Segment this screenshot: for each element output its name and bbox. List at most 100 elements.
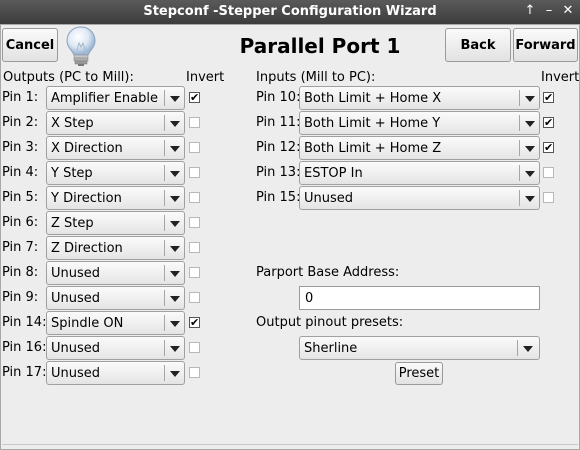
chevron-down-icon [525, 146, 535, 152]
outputs-pin-select-value: Unused [51, 266, 101, 281]
outputs-pin-select[interactable]: Y Direction [46, 186, 185, 210]
chevron-down-icon [170, 146, 180, 152]
inputs-pin-select[interactable]: Both Limit + Home Y [299, 111, 540, 135]
presets-select[interactable]: Sherline [299, 336, 540, 360]
outputs-pin-select[interactable]: Unused [46, 336, 185, 360]
outputs-pin-select[interactable]: Amplifier Enable [46, 86, 185, 110]
inputs-invert-checkbox[interactable]: ✔ [543, 92, 554, 103]
outputs-pin-select-value: Amplifier Enable [51, 91, 158, 106]
chevron-down-icon [170, 271, 180, 277]
outputs-invert-checkbox[interactable] [189, 142, 200, 153]
outputs-invert-checkbox[interactable] [189, 242, 200, 253]
parport-base-label: Parport Base Address: [256, 265, 400, 280]
outputs-invert-header: Invert [186, 70, 225, 85]
inputs-pin-select-value: Both Limit + Home X [304, 91, 442, 106]
outputs-pin-select-value: Y Step [51, 166, 93, 181]
inputs-pin-select-value: ESTOP In [304, 166, 363, 181]
outputs-pin-label: Pin 16: [2, 340, 47, 355]
outputs-pin-select-value: Spindle ON [51, 316, 124, 331]
chevron-down-icon [170, 96, 180, 102]
inputs-pin-label: Pin 11: [256, 115, 301, 130]
shade-up-icon[interactable]: ↑ [522, 3, 538, 19]
chevron-down-icon [170, 221, 180, 227]
outputs-pin-select[interactable]: X Direction [46, 136, 185, 160]
page-title: Parallel Port 1 [239, 34, 401, 58]
chevron-down-icon [170, 321, 180, 327]
outputs-invert-checkbox[interactable]: ✔ [189, 92, 200, 103]
outputs-pin-select-value: Y Direction [51, 191, 122, 206]
chevron-down-icon [525, 121, 535, 127]
chevron-down-icon [525, 196, 535, 202]
window-title: Stepconf -Stepper Configuration Wizard [143, 4, 437, 19]
outputs-invert-checkbox[interactable] [189, 192, 200, 203]
chevron-down-icon [170, 121, 180, 127]
outputs-invert-checkbox[interactable] [189, 367, 200, 378]
inputs-pin-label: Pin 12: [256, 140, 301, 155]
lightbulb-icon [64, 25, 98, 67]
inputs-pin-label: Pin 13: [256, 165, 301, 180]
inputs-pin-select[interactable]: Both Limit + Home Z [299, 136, 540, 160]
chevron-down-icon [170, 371, 180, 377]
outputs-pin-select-value: X Step [51, 116, 94, 131]
inputs-invert-header: Invert [541, 70, 580, 85]
inputs-pin-select-value: Both Limit + Home Y [304, 116, 441, 131]
inputs-invert-checkbox[interactable] [543, 192, 554, 203]
outputs-pin-select[interactable]: Unused [46, 361, 185, 385]
inputs-invert-checkbox[interactable]: ✔ [543, 142, 554, 153]
outputs-invert-checkbox[interactable] [189, 342, 200, 353]
inputs-pin-select-value: Both Limit + Home Z [304, 141, 442, 156]
preset-button[interactable]: Preset [395, 362, 443, 385]
outputs-invert-checkbox[interactable] [189, 267, 200, 278]
presets-label: Output pinout presets: [256, 315, 404, 330]
inputs-invert-checkbox[interactable]: ✔ [543, 117, 554, 128]
outputs-pin-label: Pin 7: [2, 240, 39, 255]
outputs-invert-checkbox[interactable] [189, 292, 200, 303]
outputs-invert-checkbox[interactable]: ✔ [189, 317, 200, 328]
back-button[interactable]: Back [445, 28, 511, 62]
chevron-down-icon [170, 246, 180, 252]
outputs-pin-label: Pin 2: [2, 115, 39, 130]
outputs-invert-checkbox[interactable] [189, 217, 200, 228]
close-icon[interactable]: ✕ [560, 3, 576, 19]
chevron-down-icon [525, 171, 535, 177]
parport-base-input[interactable]: 0 [299, 286, 540, 310]
outputs-pin-select[interactable]: Y Step [46, 161, 185, 185]
outputs-pin-select-value: Unused [51, 366, 101, 381]
inputs-pin-select[interactable]: ESTOP In [299, 161, 540, 185]
inputs-pin-label: Pin 10: [256, 90, 301, 105]
outputs-pin-label: Pin 8: [2, 265, 39, 280]
outputs-pin-label: Pin 4: [2, 165, 39, 180]
cancel-button[interactable]: Cancel [2, 28, 58, 62]
outputs-pin-label: Pin 1: [2, 90, 39, 105]
outputs-pin-label: Pin 3: [2, 140, 39, 155]
inputs-invert-checkbox[interactable] [543, 167, 554, 178]
outputs-pin-label: Pin 9: [2, 290, 39, 305]
outputs-pin-select[interactable]: Z Direction [46, 236, 185, 260]
forward-button[interactable]: Forward [513, 28, 578, 62]
outputs-pin-label: Pin 14: [2, 315, 47, 330]
outputs-pin-select[interactable]: Unused [46, 261, 185, 285]
outputs-pin-label: Pin 6: [2, 215, 39, 230]
minimize-icon[interactable]: – [541, 3, 557, 19]
outputs-invert-checkbox[interactable] [189, 167, 200, 178]
chevron-down-icon [523, 346, 533, 352]
chevron-down-icon [170, 171, 180, 177]
outputs-pin-label: Pin 17: [2, 365, 47, 380]
chevron-down-icon [170, 296, 180, 302]
chevron-down-icon [170, 196, 180, 202]
outputs-pin-select[interactable]: Z Step [46, 211, 185, 235]
inputs-pin-select-value: Unused [304, 191, 354, 206]
outputs-pin-select-value: Z Direction [51, 241, 123, 256]
outputs-pin-select[interactable]: Spindle ON [46, 311, 185, 335]
inputs-pin-select[interactable]: Unused [299, 186, 540, 210]
chevron-down-icon [170, 346, 180, 352]
inputs-header: Inputs (Mill to PC): [256, 70, 376, 85]
inputs-pin-label: Pin 15: [256, 190, 301, 205]
bottom-divider [2, 444, 578, 445]
outputs-pin-select[interactable]: X Step [46, 111, 185, 135]
title-bar: Stepconf -Stepper Configuration Wizard ↑… [0, 0, 580, 24]
outputs-pin-select-value: Unused [51, 341, 101, 356]
outputs-invert-checkbox[interactable] [189, 117, 200, 128]
outputs-pin-select[interactable]: Unused [46, 286, 185, 310]
inputs-pin-select[interactable]: Both Limit + Home X [299, 86, 540, 110]
